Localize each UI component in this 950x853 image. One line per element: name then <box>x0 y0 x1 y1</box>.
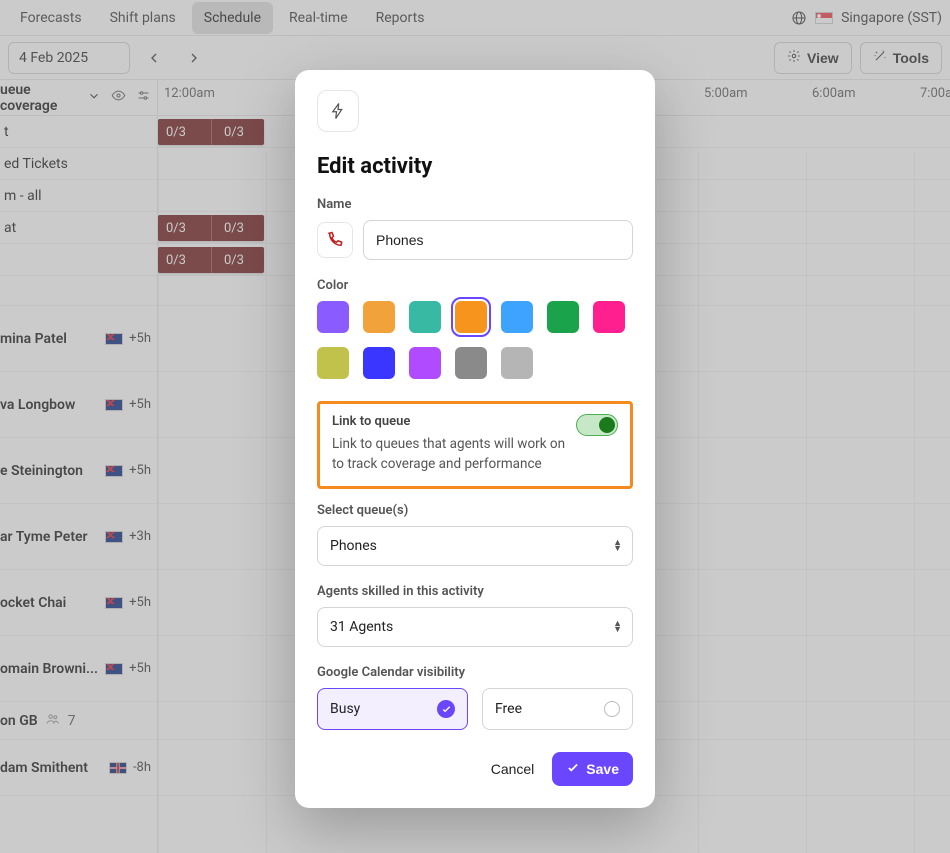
color-swatch[interactable] <box>547 301 579 333</box>
color-label: Color <box>317 278 633 293</box>
check-icon <box>437 700 455 718</box>
color-swatch[interactable] <box>501 301 533 333</box>
color-swatch[interactable] <box>317 301 349 333</box>
select-queue-dropdown[interactable]: Phones ▲▼ <box>317 526 633 566</box>
color-swatch[interactable] <box>409 301 441 333</box>
edit-activity-modal: Edit activity Name Color Link to queue L… <box>295 70 655 808</box>
select-queue-label: Select queue(s) <box>317 503 633 518</box>
link-to-queue-highlight: Link to queue Link to queues that agents… <box>317 401 633 489</box>
color-swatch[interactable] <box>593 301 625 333</box>
activity-name-input[interactable] <box>363 220 633 260</box>
color-swatch[interactable] <box>501 347 533 379</box>
agents-skilled-dropdown[interactable]: 31 Agents ▲▼ <box>317 607 633 647</box>
modal-title: Edit activity <box>317 154 633 179</box>
lightning-icon <box>317 90 359 132</box>
color-swatches <box>317 301 633 379</box>
save-button[interactable]: Save <box>552 752 633 786</box>
link-to-queue-title: Link to queue <box>332 414 566 429</box>
cancel-button[interactable]: Cancel <box>491 761 535 777</box>
color-swatch[interactable] <box>455 301 487 333</box>
color-swatch[interactable] <box>455 347 487 379</box>
link-to-queue-desc: Link to queues that agents will work on … <box>332 435 566 474</box>
name-label: Name <box>317 197 633 212</box>
phone-icon <box>317 222 353 258</box>
color-swatch[interactable] <box>409 347 441 379</box>
color-swatch[interactable] <box>363 347 395 379</box>
radio-empty-icon <box>604 701 620 717</box>
check-icon <box>566 761 580 778</box>
agents-skilled-label: Agents skilled in this activity <box>317 584 633 599</box>
gcal-visibility-label: Google Calendar visibility <box>317 665 633 680</box>
visibility-free-option[interactable]: Free <box>482 688 633 730</box>
modal-overlay[interactable]: Edit activity Name Color Link to queue L… <box>0 0 950 853</box>
color-swatch[interactable] <box>363 301 395 333</box>
updown-chevron-icon: ▲▼ <box>613 540 622 552</box>
link-to-queue-toggle[interactable] <box>576 414 618 436</box>
color-swatch[interactable] <box>317 347 349 379</box>
visibility-busy-option[interactable]: Busy <box>317 688 468 730</box>
updown-chevron-icon: ▲▼ <box>613 621 622 633</box>
